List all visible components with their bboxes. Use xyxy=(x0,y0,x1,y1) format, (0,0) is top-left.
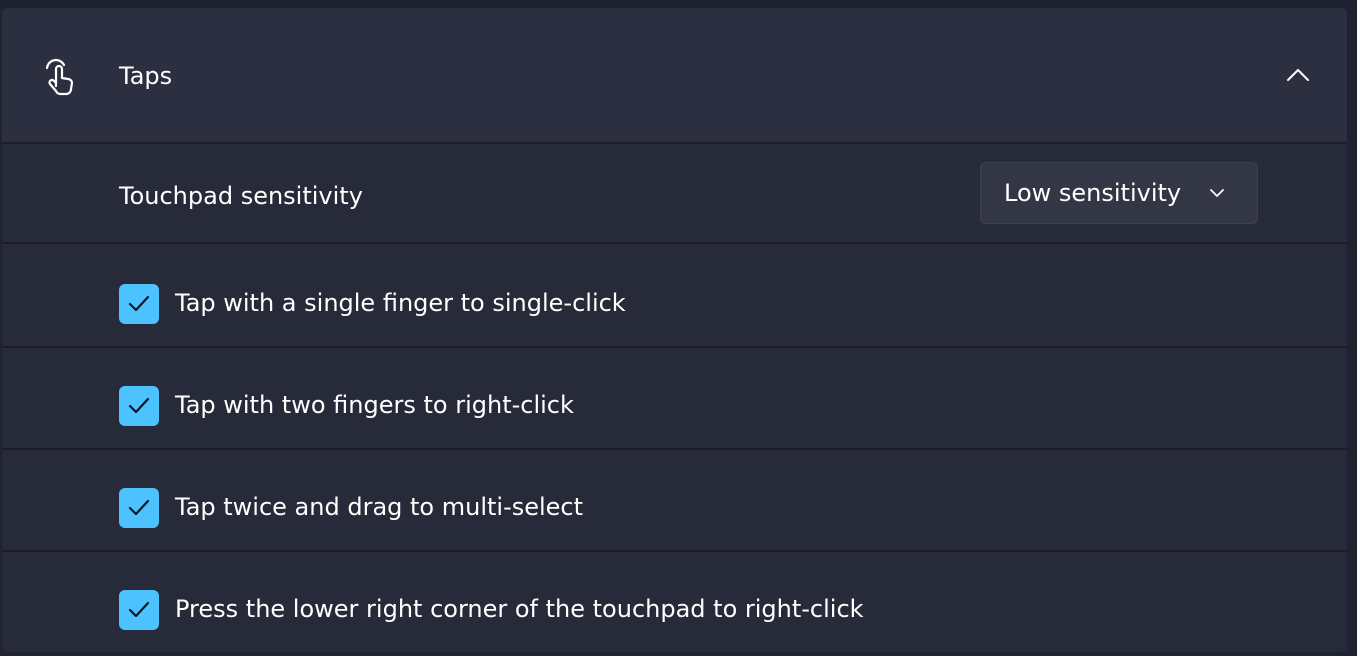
tap-twice-drag-label: Tap twice and drag to multi-select xyxy=(175,493,584,521)
tap-twice-drag-checkbox[interactable] xyxy=(119,488,159,528)
checkmark-icon xyxy=(128,601,150,618)
taps-section-header[interactable]: Taps xyxy=(2,8,1347,144)
single-finger-click-label: Tap with a single finger to single-click xyxy=(175,289,626,317)
chevron-down-icon xyxy=(1210,189,1224,197)
hand-tap-icon xyxy=(45,58,74,96)
lower-right-corner-label: Press the lower right corner of the touc… xyxy=(175,595,864,623)
lower-right-corner-checkbox[interactable] xyxy=(119,590,159,630)
option-row-tap-twice-drag[interactable]: Tap twice and drag to multi-select xyxy=(2,450,1347,552)
taps-settings-panel: Taps Touchpad sensitivity Low sensitivit… xyxy=(2,8,1347,652)
option-row-two-fingers[interactable]: Tap with two fingers to right-click xyxy=(2,348,1347,450)
option-row-single-finger[interactable]: Tap with a single finger to single-click xyxy=(2,246,1347,348)
sensitivity-dropdown[interactable]: Low sensitivity xyxy=(980,162,1258,224)
section-title: Taps xyxy=(119,62,173,90)
touchpad-sensitivity-row: Touchpad sensitivity Low sensitivity xyxy=(2,144,1347,244)
two-finger-right-click-checkbox[interactable] xyxy=(119,386,159,426)
checkmark-icon xyxy=(128,295,150,312)
touchpad-sensitivity-label: Touchpad sensitivity xyxy=(119,182,363,210)
checkmark-icon xyxy=(128,397,150,414)
two-finger-right-click-label: Tap with two fingers to right-click xyxy=(175,391,574,419)
sensitivity-selected-value: Low sensitivity xyxy=(1004,179,1182,207)
single-finger-click-checkbox[interactable] xyxy=(119,284,159,324)
checkmark-icon xyxy=(128,499,150,516)
chevron-up-icon[interactable] xyxy=(1282,60,1314,92)
option-row-lower-right-corner[interactable]: Press the lower right corner of the touc… xyxy=(2,552,1347,652)
